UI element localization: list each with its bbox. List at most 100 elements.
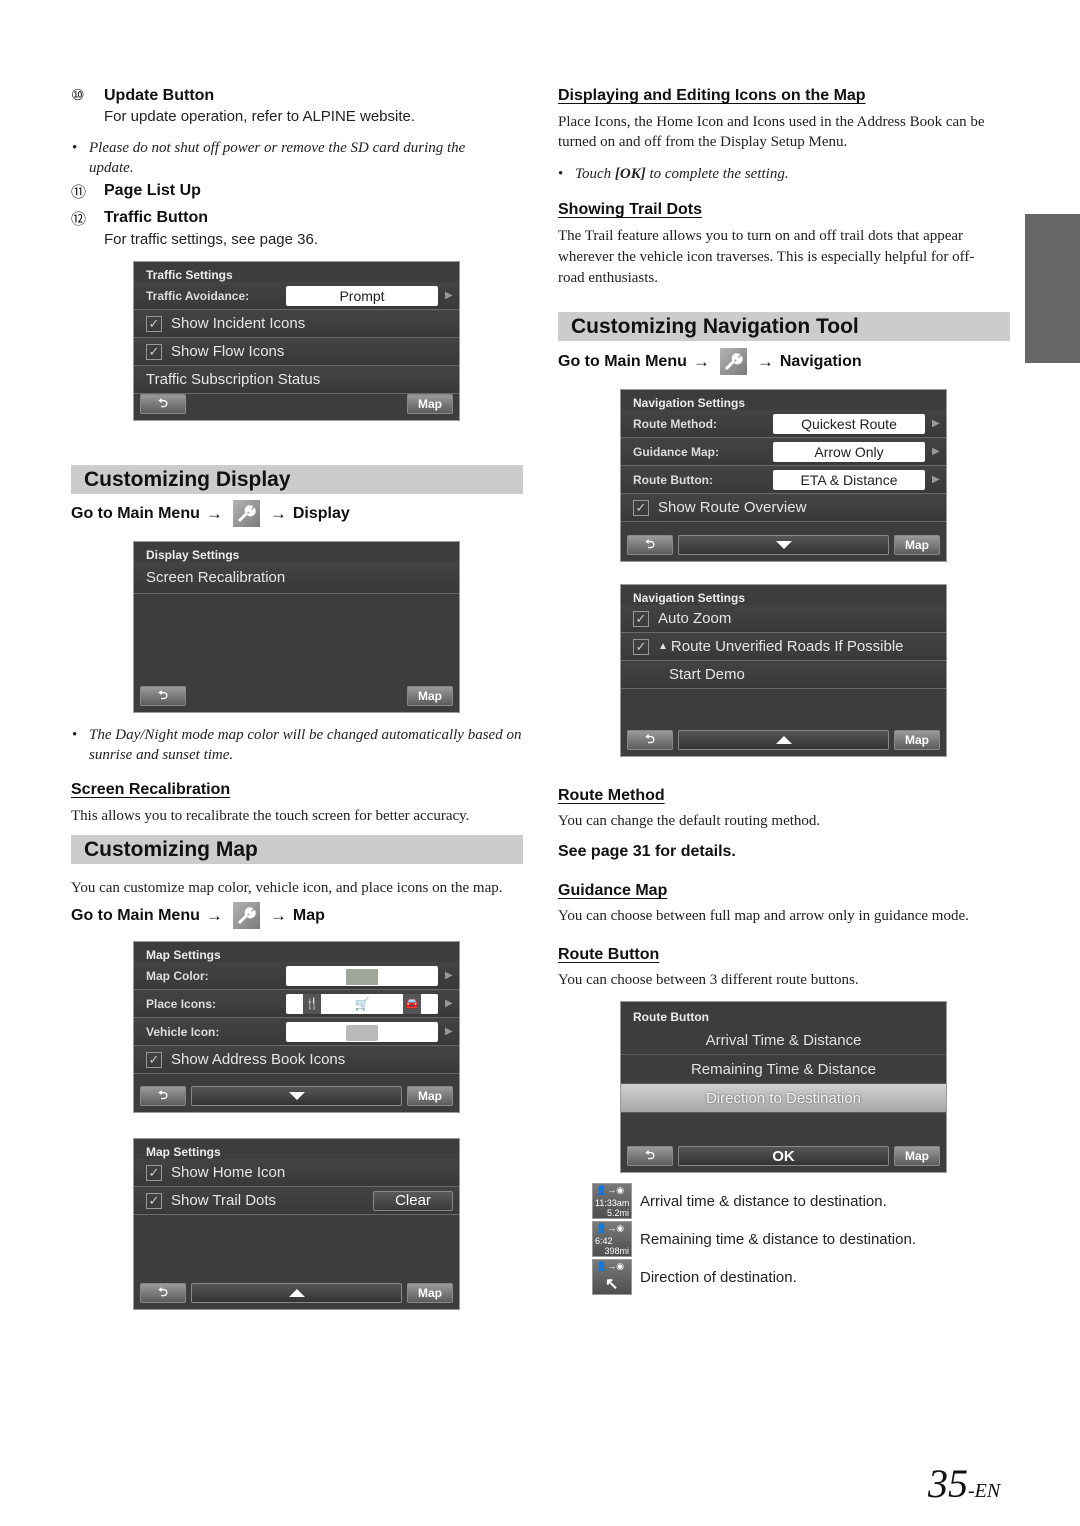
restaurant-icon: 🍴 <box>302 993 321 1014</box>
guidance-map-value[interactable]: Arrow Only <box>773 441 925 462</box>
guidance-map-row[interactable]: Guidance Map: Arrow Only ▶ <box>621 438 946 466</box>
map-button[interactable]: Map <box>894 1146 940 1166</box>
wrench-icon <box>232 902 260 929</box>
guidance-map-desc: You can choose between full map and arro… <box>558 908 969 924</box>
icons-on-map-desc: Place Icons, the Home Icon and Icons use… <box>558 114 985 150</box>
traffic-avoidance-value[interactable]: Prompt <box>286 285 438 306</box>
remaining-time-route-icon: 👤→◉ 6:42 398mi <box>592 1221 632 1257</box>
car-service-icon: 🚘 <box>403 993 422 1014</box>
map-thumbnail-icon <box>346 968 378 985</box>
chevron-right-icon: ▶ <box>445 998 453 1009</box>
wrench-icon <box>232 500 260 527</box>
checkbox-checked-icon[interactable]: ✓ <box>146 1164 162 1181</box>
route-unverified-roads-row[interactable]: ✓ ▲ Route Unverified Roads If Possible <box>621 633 946 661</box>
arrow-right-icon: → <box>756 351 774 371</box>
route-method-row[interactable]: Route Method: Quickest Route ▶ <box>621 410 946 438</box>
page-down-button[interactable] <box>191 1086 402 1106</box>
route-button-legend: 👤→◉ 11:33am 5.2mi Arrival time & distanc… <box>592 1182 916 1296</box>
display-settings-screen: Display Settings Screen Recalibration ⮌ … <box>133 541 460 713</box>
checkbox-checked-icon[interactable]: ✓ <box>633 638 649 655</box>
back-button[interactable]: ⮌ <box>627 535 673 555</box>
map-button[interactable]: Map <box>894 535 940 555</box>
triangle-up-icon <box>288 1289 305 1297</box>
back-button[interactable]: ⮌ <box>140 394 186 414</box>
chevron-right-icon: ▶ <box>932 418 940 429</box>
route-option-direction[interactable]: Direction to Destination <box>621 1084 946 1113</box>
route-option-arrival[interactable]: Arrival Time & Distance <box>621 1026 946 1055</box>
vehicle-icon-value[interactable] <box>286 1021 438 1042</box>
see-page-note: See page 31 for details. <box>558 843 736 860</box>
traffic-avoidance-row[interactable]: Traffic Avoidance: Prompt ▶ <box>134 282 459 310</box>
traffic-settings-screen: Traffic Settings Traffic Avoidance: Prom… <box>133 261 460 421</box>
route-button-screen: Route Button Arrival Time & Distance Rem… <box>620 1001 947 1173</box>
show-route-overview-row[interactable]: ✓ Show Route Overview <box>621 494 946 522</box>
page-number: 35-EN <box>928 1461 1001 1506</box>
show-flow-icons-row[interactable]: ✓ Show Flow Icons <box>134 338 459 366</box>
trail-dots-heading: Showing Trail Dots <box>558 201 703 218</box>
section-customizing-map: Customizing Map <box>71 835 523 864</box>
ok-button[interactable]: OK <box>678 1146 889 1166</box>
checkbox-checked-icon[interactable]: ✓ <box>633 610 649 627</box>
chevron-right-icon: ▶ <box>445 1026 453 1037</box>
arrival-time-route-icon: 👤→◉ 11:33am 5.2mi <box>592 1183 632 1219</box>
back-button[interactable]: ⮌ <box>627 1146 673 1166</box>
back-button[interactable]: ⮌ <box>627 730 673 750</box>
route-button-value[interactable]: ETA & Distance <box>773 469 925 490</box>
map-color-value[interactable] <box>286 965 438 986</box>
navigation-nav-path: Go to Main Menu → → Navigation <box>558 348 862 375</box>
map-button[interactable]: Map <box>407 686 453 706</box>
vehicle-icon-row[interactable]: Vehicle Icon: ▶ <box>134 1018 459 1046</box>
show-incident-icons-row[interactable]: ✓ Show Incident Icons <box>134 310 459 338</box>
page-up-button[interactable] <box>678 730 889 750</box>
auto-zoom-row[interactable]: ✓ Auto Zoom <box>621 605 946 633</box>
screen-recalibration-desc: This allows you to recalibrate the touch… <box>71 808 470 824</box>
checkbox-checked-icon[interactable]: ✓ <box>146 315 162 332</box>
page-down-button[interactable] <box>678 535 889 555</box>
place-icons-value[interactable]: 🍴 🛒 🚘 <box>286 993 438 1014</box>
checkbox-checked-icon[interactable]: ✓ <box>633 499 649 516</box>
route-button-row[interactable]: Route Button: ETA & Distance ▶ <box>621 466 946 494</box>
section-customizing-navigation: Customizing Navigation Tool <box>558 312 1010 341</box>
return-arrow-icon: ⮌ <box>645 536 655 551</box>
checkbox-checked-icon[interactable]: ✓ <box>146 1051 162 1068</box>
map-button[interactable]: Map <box>894 730 940 750</box>
map-button[interactable]: Map <box>407 394 453 414</box>
chevron-right-icon: ▶ <box>932 446 940 457</box>
back-button[interactable]: ⮌ <box>140 1283 186 1303</box>
day-night-note: The Day/Night mode map color will be cha… <box>72 725 529 765</box>
show-trail-dots-row[interactable]: ✓ Show Trail Dots Clear <box>134 1187 459 1215</box>
return-arrow-icon: ⮌ <box>158 687 168 702</box>
legend-item: 👤→◉ 6:42 398mi Remaining time & distance… <box>592 1220 916 1258</box>
route-method-value[interactable]: Quickest Route <box>773 413 925 434</box>
item-traffic-button: ⑫ Traffic Button <box>71 209 208 228</box>
back-button[interactable]: ⮌ <box>140 1086 186 1106</box>
icons-on-map-heading: Displaying and Editing Icons on the Map <box>558 87 866 104</box>
map-color-row[interactable]: Map Color: ▶ <box>134 962 459 990</box>
checkbox-checked-icon[interactable]: ✓ <box>146 1192 162 1209</box>
triangle-down-icon <box>288 1092 305 1100</box>
checkbox-checked-icon[interactable]: ✓ <box>146 343 162 360</box>
place-icons-row[interactable]: Place Icons: 🍴 🛒 🚘 ▶ <box>134 990 459 1018</box>
map-settings-screen-2: Map Settings ✓ Show Home Icon ✓ Show Tra… <box>133 1138 460 1310</box>
warning-triangle-icon: ▲ <box>658 641 668 652</box>
map-button[interactable]: Map <box>407 1086 453 1106</box>
vehicle-icon <box>346 1024 378 1041</box>
wrench-icon <box>719 348 747 375</box>
screen-recalibration-row[interactable]: Screen Recalibration <box>134 562 459 594</box>
screen-recalibration-heading: Screen Recalibration <box>71 781 231 798</box>
guidance-map-heading: Guidance Map <box>558 882 668 899</box>
route-method-heading: Route Method <box>558 787 665 804</box>
route-option-remaining[interactable]: Remaining Time & Distance <box>621 1055 946 1084</box>
show-home-icon-row[interactable]: ✓ Show Home Icon <box>134 1159 459 1187</box>
back-button[interactable]: ⮌ <box>140 686 186 706</box>
legend-item: 👤→◉ ↖ Direction of destination. <box>592 1258 916 1296</box>
item-update-button: ⑩ Update Button <box>71 86 215 104</box>
map-button[interactable]: Map <box>407 1283 453 1303</box>
return-arrow-icon: ⮌ <box>158 395 168 410</box>
start-demo-row[interactable]: Start Demo <box>621 661 946 689</box>
show-address-book-icons-row[interactable]: ✓ Show Address Book Icons <box>134 1046 459 1074</box>
page-up-button[interactable] <box>191 1283 402 1303</box>
clear-button[interactable]: Clear <box>373 1190 453 1211</box>
ok-note: Touch [OK] to complete the setting. <box>558 164 789 184</box>
direction-route-icon: 👤→◉ ↖ <box>592 1259 632 1295</box>
